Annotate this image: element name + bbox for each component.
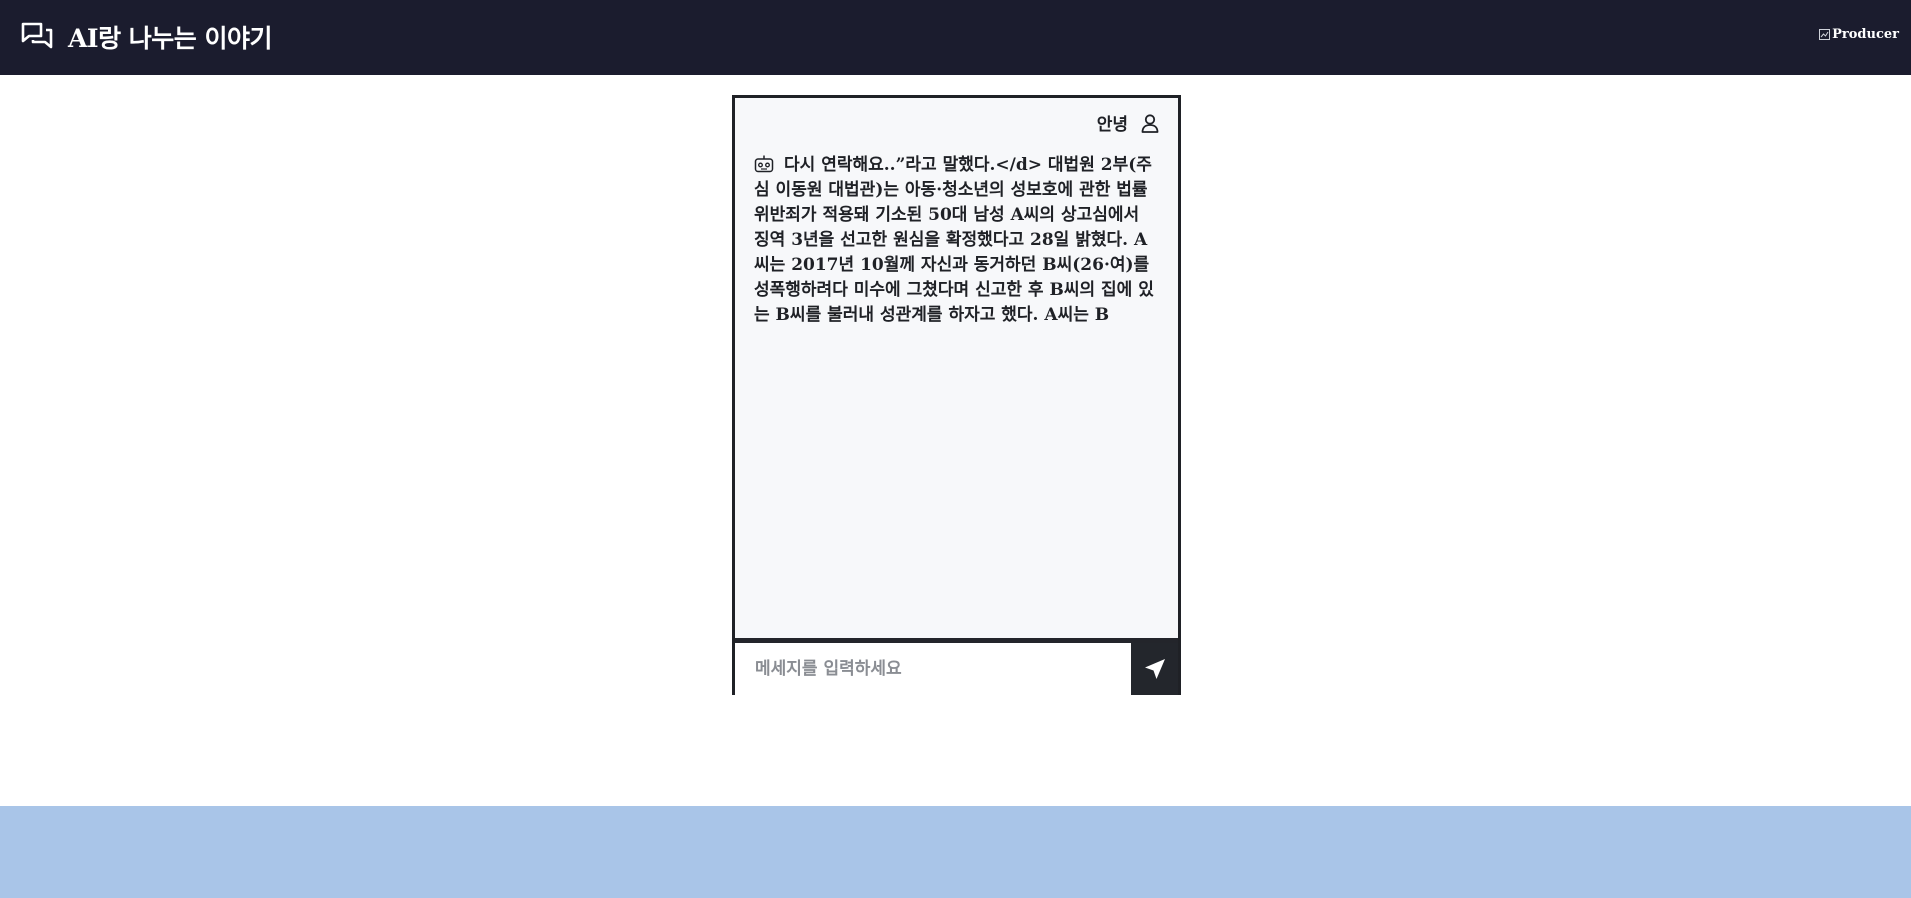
- broken-image-icon: [1819, 29, 1831, 40]
- footer-band: [0, 806, 1911, 898]
- robot-icon: [754, 155, 774, 173]
- message-input[interactable]: [735, 643, 1131, 695]
- chat-bubbles-icon: [21, 22, 53, 49]
- bot-message-text: 다시 연락해요..”라고 말했다.</d> 대법원 2부(주심 이동원 대법관)…: [754, 155, 1154, 325]
- brand[interactable]: AI랑 나누는 이야기: [20, 18, 273, 56]
- user-info: 안녕: [1097, 110, 1160, 135]
- send-button[interactable]: [1131, 643, 1178, 695]
- app-title: AI랑 나누는 이야기: [68, 24, 273, 53]
- producer-label: Producer: [1832, 27, 1899, 42]
- chat-messages-panel[interactable]: 안녕 다시 연락해요..”라고 말했다.</d> 대법원 2부(주심 이동원 대…: [735, 98, 1178, 638]
- bot-message: 다시 연락해요..”라고 말했다.</d> 대법원 2부(주심 이동원 대법관)…: [754, 153, 1159, 328]
- user-name: 안녕: [1096, 115, 1128, 135]
- chat-window: 안녕 다시 연락해요..”라고 말했다.</d> 대법원 2부(주심 이동원 대…: [732, 95, 1181, 695]
- top-navbar: AI랑 나누는 이야기 Producer: [0, 0, 1911, 75]
- producer-link[interactable]: Producer: [1819, 27, 1899, 42]
- user-icon[interactable]: [1140, 113, 1160, 133]
- message-input-row: [735, 643, 1178, 695]
- send-icon: [1144, 659, 1165, 679]
